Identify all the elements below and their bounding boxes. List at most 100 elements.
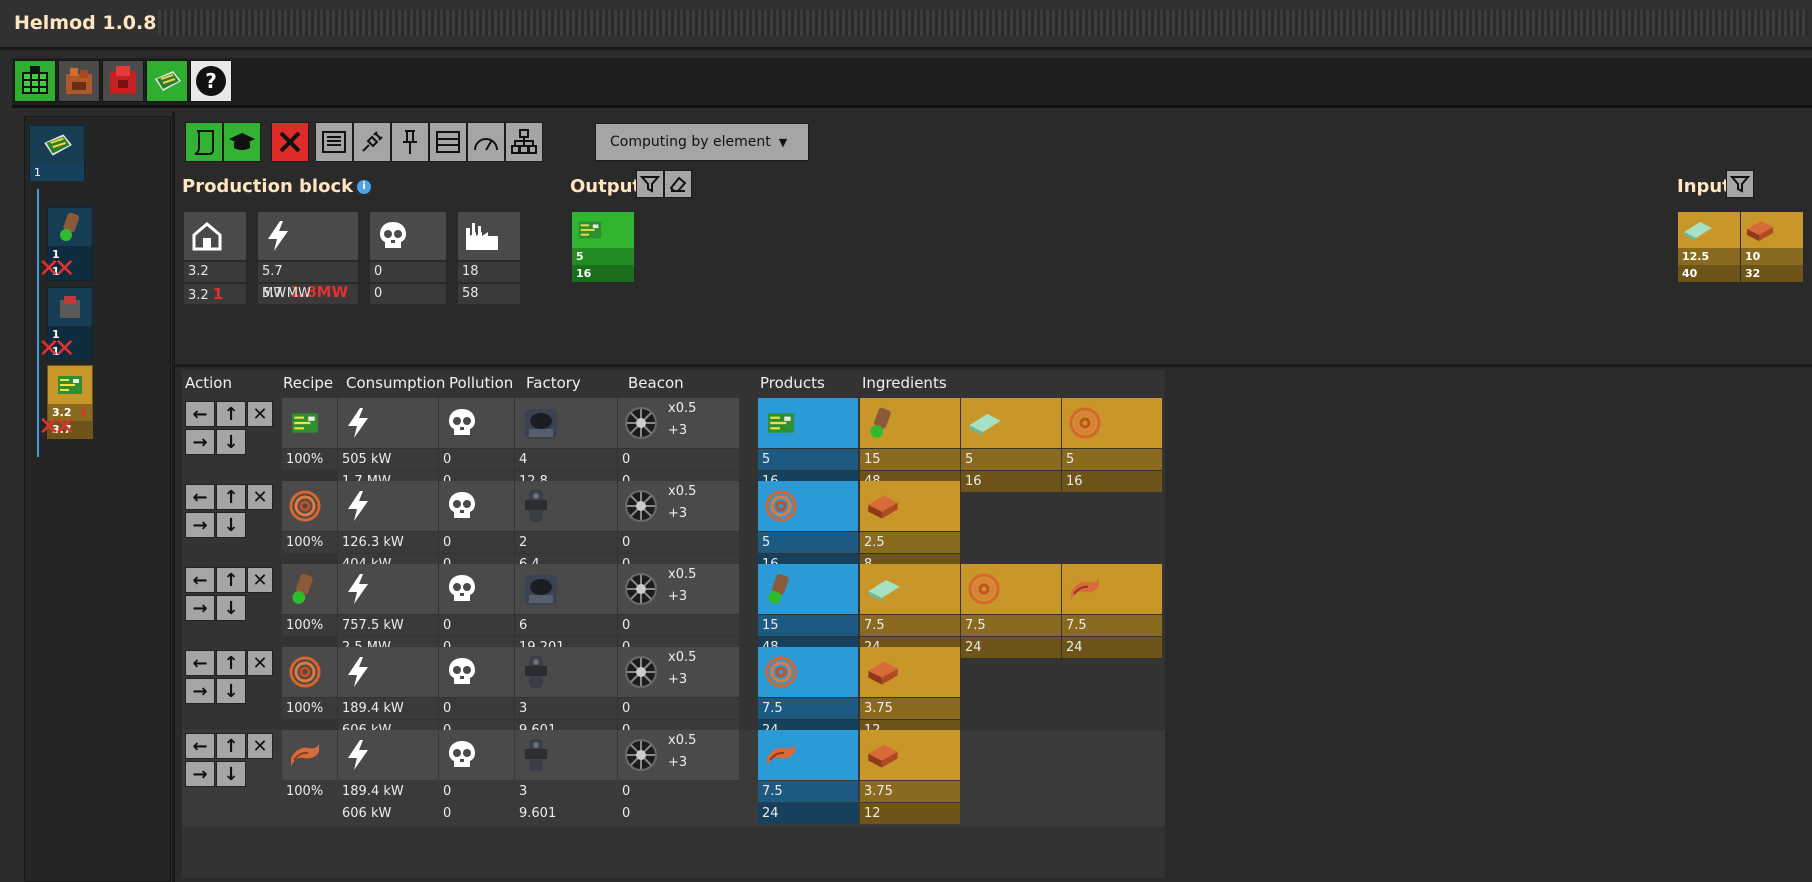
move-left-button[interactable]: ← <box>185 401 215 427</box>
delete-button[interactable] <box>271 122 309 162</box>
tree-root-value: 1 <box>30 164 84 181</box>
speedometer-icon <box>474 138 498 151</box>
move-down-button[interactable]: ↓ <box>216 512 246 538</box>
factory-cell[interactable]: 619.201 <box>515 564 617 658</box>
input-item-copper-plate[interactable]: 10 32 <box>1741 212 1803 282</box>
ingredient-item[interactable]: 3.7512 <box>860 730 960 824</box>
product-item[interactable]: 516 <box>758 481 858 575</box>
copper-cable-icon <box>764 489 798 523</box>
move-right-button[interactable]: → <box>185 512 215 538</box>
factory-cell[interactable]: 39.601 <box>515 647 617 741</box>
tree-node-green-circuit[interactable]: 1 1 ✕✕ <box>38 207 93 282</box>
move-down-button[interactable]: ↓ <box>216 761 246 787</box>
ingredient-item[interactable]: 1548 <box>860 398 960 492</box>
move-down-button[interactable]: ↓ <box>216 595 246 621</box>
recipe-cell[interactable]: 100% <box>282 481 337 553</box>
table-row: ←↑✕→↓100%189.4 kW606 kW0039.601x0.5+3007… <box>182 730 1165 826</box>
pin-button[interactable] <box>391 122 429 162</box>
beacon-cell[interactable]: x0.5+300 <box>618 564 739 658</box>
remove-row-button[interactable]: ✕ <box>247 484 273 510</box>
hierarchy-button[interactable] <box>505 122 543 162</box>
circuit-book-icon <box>155 71 181 91</box>
move-right-button[interactable]: → <box>185 429 215 455</box>
help-tab[interactable]: ? <box>190 60 232 102</box>
ingredient-item[interactable]: 5 16 <box>961 398 1061 492</box>
computing-mode-dropdown[interactable]: Computing by element ▼ <box>595 123 809 161</box>
tree-node-value-struck: 3.7 ✕✕ <box>38 414 92 440</box>
recipe-button[interactable] <box>185 122 223 162</box>
technology-button[interactable] <box>223 122 261 162</box>
recipe-cell[interactable]: 100% <box>282 647 337 719</box>
move-down-button[interactable]: ↓ <box>216 678 246 704</box>
beacon-cell[interactable]: x0.5+300 <box>618 730 739 824</box>
move-left-button[interactable]: ← <box>185 484 215 510</box>
ingredient-item[interactable]: 7.524 <box>1062 564 1162 658</box>
factory-cell[interactable]: 39.601 <box>515 730 617 824</box>
consumption-cell: 189.4 kW606 kW <box>338 647 438 741</box>
beacon-cell[interactable]: x0.5+300 <box>618 398 739 492</box>
tree-node-red-circuit[interactable]: 1 1 ✕✕ <box>38 287 93 362</box>
move-up-button[interactable]: ↑ <box>216 733 246 759</box>
move-right-button[interactable]: → <box>185 761 215 787</box>
electronic-circuit-icon <box>288 408 322 438</box>
move-left-button[interactable]: ← <box>185 733 215 759</box>
move-right-button[interactable]: → <box>185 595 215 621</box>
product-item[interactable]: 1548 <box>758 564 858 658</box>
product-item[interactable]: 516 <box>758 398 858 492</box>
circuit-book-tab[interactable] <box>146 60 188 102</box>
graduation-cap-icon <box>229 133 255 150</box>
beacon-icon <box>624 406 658 440</box>
product-item[interactable]: 7.524 <box>758 730 858 824</box>
output-item[interactable]: 5 16 <box>572 212 634 282</box>
input-item-glass[interactable]: 12.5 40 <box>1678 212 1740 282</box>
tree-node-electronic-circuit[interactable]: 3.2 1 3.7 ✕✕ <box>38 365 93 440</box>
ingredient-value: 3.75 <box>860 698 960 719</box>
ingredient-item[interactable]: 7.524 <box>860 564 960 658</box>
electronic-circuit-icon <box>58 376 82 394</box>
beacon-cell[interactable]: x0.5+300 <box>618 647 739 741</box>
product-item[interactable]: 7.524 <box>758 647 858 741</box>
lightning-icon <box>344 406 372 440</box>
recipe-cell[interactable]: 100% <box>282 564 337 636</box>
input-filter-button[interactable] <box>1726 170 1754 198</box>
pollution-value: 0 <box>439 698 514 719</box>
ingredient-item[interactable]: 3.7512 <box>860 647 960 741</box>
table-row: ←↑✕→↓100%505 kW1.7 MW00412.8x0.5+3005161… <box>182 398 1165 494</box>
move-up-button[interactable]: ↑ <box>216 401 246 427</box>
recipe-cell[interactable]: 100% <box>282 730 337 802</box>
move-up-button[interactable]: ↑ <box>216 567 246 593</box>
info-icon[interactable]: i <box>357 180 372 194</box>
output-clear-button[interactable] <box>664 170 692 198</box>
recipe-cell[interactable]: 100% <box>282 398 337 470</box>
pollution-cell: 00 <box>439 481 514 575</box>
summary-value: 18 <box>458 262 520 282</box>
furnace-tab[interactable] <box>58 60 100 102</box>
ingredient-item[interactable]: 2.58 <box>860 481 960 575</box>
move-left-button[interactable]: ← <box>185 650 215 676</box>
factory-cell[interactable]: 412.8 <box>515 398 617 492</box>
ingredient-item[interactable]: 7.524 <box>961 564 1061 658</box>
remove-row-button[interactable]: ✕ <box>247 401 273 427</box>
remove-row-button[interactable]: ✕ <box>247 650 273 676</box>
output-filter-button[interactable] <box>636 170 664 198</box>
list-view-button[interactable] <box>429 122 467 162</box>
col-header-consumption: Consumption <box>346 374 446 392</box>
move-left-button[interactable]: ← <box>185 567 215 593</box>
move-up-button[interactable]: ↑ <box>216 484 246 510</box>
ingredient-item[interactable]: 5 16 <box>1062 398 1162 492</box>
summary-button[interactable] <box>315 122 353 162</box>
red-item-tab[interactable] <box>102 60 144 102</box>
production-table-tab[interactable] <box>14 60 56 102</box>
move-right-button[interactable]: → <box>185 678 215 704</box>
move-down-button[interactable]: ↓ <box>216 429 246 455</box>
remove-row-button[interactable]: ✕ <box>247 567 273 593</box>
beacon-cell[interactable]: x0.5+300 <box>618 481 739 575</box>
speed-button[interactable] <box>467 122 505 162</box>
connect-button[interactable] <box>353 122 391 162</box>
remove-row-button[interactable]: ✕ <box>247 733 273 759</box>
tree-root-node[interactable]: 1 <box>29 125 85 181</box>
factory-count: 3 <box>515 698 617 719</box>
factory-cell[interactable]: 26.4 <box>515 481 617 575</box>
move-up-button[interactable]: ↑ <box>216 650 246 676</box>
drag-handle[interactable] <box>158 10 1808 36</box>
